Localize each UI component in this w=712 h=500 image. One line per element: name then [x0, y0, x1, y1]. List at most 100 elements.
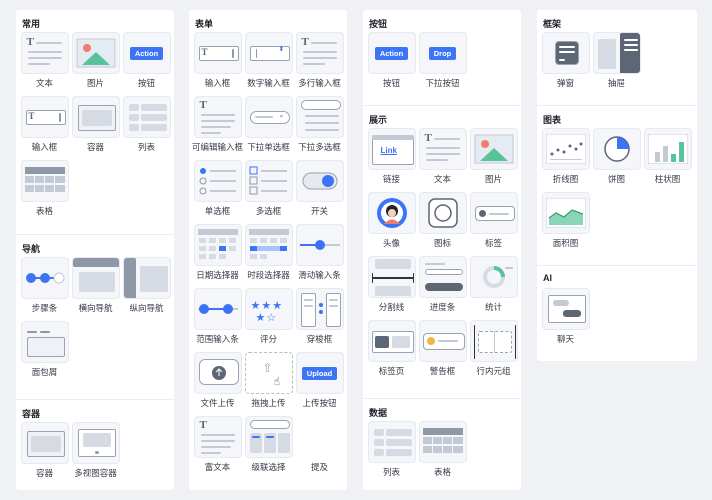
component-editable-input[interactable]: T 可编辑输入框	[192, 96, 243, 160]
thumbnail-shape	[269, 238, 277, 243]
component-drawer[interactable]: 抽屉	[591, 32, 642, 96]
component-input[interactable]: T 输入框	[19, 96, 70, 160]
component-thumbnail	[469, 128, 518, 170]
component-drag-upload[interactable]: ⇧ ☝ 拖拽上传	[243, 352, 294, 416]
component-list[interactable]: 列表	[121, 96, 172, 160]
thumbnail-shape	[222, 304, 233, 314]
component-thumbnail: T	[418, 128, 467, 170]
component-select[interactable]: ⌄ 下拉单选框	[243, 96, 294, 160]
component-icon[interactable]: 图标	[417, 192, 468, 256]
component-thumbnail	[244, 160, 293, 202]
component-avatar[interactable]: 头像	[366, 192, 417, 256]
component-thumbnail	[367, 421, 416, 463]
component-breadcrumb[interactable]: 面包屑	[19, 321, 70, 385]
component-image[interactable]: 图片	[70, 32, 121, 96]
thumbnail-shape	[422, 437, 463, 453]
thumbnail-shape	[425, 159, 448, 161]
component-dropdown-button[interactable]: Drop 下拉按钮	[417, 32, 468, 96]
component-rate[interactable]: ★★★ ★☆ 评分	[243, 288, 294, 352]
component-range-slider[interactable]: 范围输入条	[192, 288, 243, 352]
component-alert[interactable]: 警告框	[417, 320, 468, 384]
component-rich-text[interactable]: T 富文本	[192, 416, 243, 480]
radio-icon	[199, 168, 236, 195]
component-data-list[interactable]: 列表	[366, 421, 417, 485]
component-number-input[interactable]: ⬍ 数字输入框	[243, 32, 294, 96]
component-divider[interactable]: 分割线	[366, 256, 417, 320]
component-thumbnail: T	[193, 32, 242, 74]
thumbnail-shape	[200, 120, 235, 122]
component-label: 单选框	[204, 206, 231, 216]
component-thumbnail	[20, 321, 69, 363]
component-link[interactable]: Link 链接	[366, 128, 417, 192]
component-statistic[interactable]: 统计	[468, 256, 519, 320]
component-bar-chart[interactable]: 柱状图	[642, 128, 693, 192]
component-tabs[interactable]: 标签页	[366, 320, 417, 384]
section-title: 常用	[22, 19, 41, 29]
component-chat[interactable]: 聊天	[540, 288, 591, 352]
component-multi-select[interactable]: 下拉多选框	[294, 96, 345, 160]
thumbnail-shape	[554, 41, 579, 65]
component-thumbnail	[541, 288, 590, 330]
component-label: 图片	[86, 78, 104, 88]
component-area-chart[interactable]: 面积图	[540, 192, 591, 256]
thumbnail-shape	[550, 152, 553, 156]
component-display-image[interactable]: 图片	[468, 128, 519, 192]
thumbnail-shape	[302, 51, 337, 53]
component-steps[interactable]: 步骤条	[19, 257, 70, 321]
component-upload-button[interactable]: Upload 上传按钮	[294, 352, 345, 416]
component-modal[interactable]: 弹窗	[540, 32, 591, 96]
thumbnail-shape	[209, 170, 236, 172]
thumbnail-shape	[452, 437, 463, 444]
component-cascader[interactable]: 级联选择	[243, 416, 294, 480]
component-button[interactable]: Action 按钮	[121, 32, 172, 96]
component-data-table[interactable]: 表格	[417, 421, 468, 485]
component-line-chart[interactable]: 折线图	[540, 128, 591, 192]
component-mention[interactable]: 提及	[294, 416, 345, 480]
component-display-button[interactable]: Action 按钮	[366, 32, 417, 96]
thumbnail-shape	[228, 246, 236, 251]
component-thumbnail: T	[20, 96, 69, 138]
calendar-icon	[197, 229, 238, 259]
component-thumbnail	[122, 257, 171, 299]
component-pie-chart[interactable]: 饼图	[591, 128, 642, 192]
upload-arrow-icon: ⇧	[262, 361, 273, 375]
component-multi-view-container[interactable]: 多视图容器	[70, 422, 121, 486]
component-thumbnail	[469, 320, 518, 362]
thumbnail-shape	[249, 254, 257, 259]
component-progress[interactable]: 进度条	[417, 256, 468, 320]
component-horizontal-nav[interactable]: 横向导航	[70, 257, 121, 321]
component-file-upload[interactable]: 文件上传	[192, 352, 243, 416]
thumbnail-shape	[200, 446, 231, 448]
component-label: 范围输入条	[196, 334, 239, 344]
component-label: 拖拽上传	[251, 398, 286, 408]
component-date-picker[interactable]: 日期选择器	[192, 224, 243, 288]
thumbnail-shape	[259, 254, 267, 259]
thumbnail-shape	[373, 449, 384, 456]
thumbnail-shape	[597, 39, 616, 69]
thumbnail-shape	[94, 451, 99, 454]
component-form-input[interactable]: T 输入框	[192, 32, 243, 96]
component-container[interactable]: 容器	[70, 96, 121, 160]
thumbnail-shape	[623, 49, 638, 51]
thumbnail-shape	[198, 238, 236, 259]
component-radio[interactable]: 单选框	[192, 160, 243, 224]
component-switch[interactable]: 开关	[294, 160, 345, 224]
component-thumbnail: Upload	[295, 352, 344, 394]
thumbnail-shape	[558, 59, 565, 61]
component-textarea[interactable]: T 多行输入框	[294, 32, 345, 96]
component-display-text[interactable]: T 文本	[417, 128, 468, 192]
component-tag[interactable]: 标签	[468, 192, 519, 256]
component-text[interactable]: T 文本	[19, 32, 70, 96]
component-checkbox[interactable]: 多选框	[243, 160, 294, 224]
thumbnail-shape	[432, 437, 442, 444]
component-range-picker[interactable]: 时段选择器	[243, 224, 294, 288]
thumbnail-shape	[478, 210, 486, 217]
thumbnail-shape	[473, 325, 475, 359]
component-inline-group[interactable]: 行内元组	[468, 320, 519, 384]
component-vertical-nav[interactable]: 纵向导航	[121, 257, 172, 321]
component-container-2[interactable]: 容器	[19, 422, 70, 486]
component-transfer[interactable]: 穿梭框	[294, 288, 345, 352]
thumbnail-shape	[197, 229, 238, 235]
component-slider[interactable]: 滑动输入条	[294, 224, 345, 288]
component-table[interactable]: 表格	[19, 160, 70, 224]
